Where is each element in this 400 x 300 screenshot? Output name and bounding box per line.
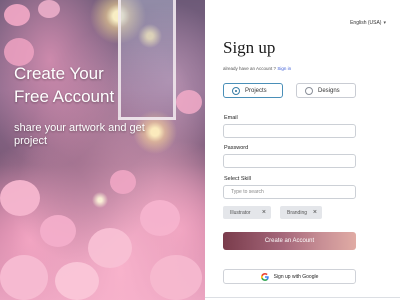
account-type-label: Projects: [245, 87, 267, 94]
rose-decoration: [40, 215, 76, 247]
skill-search-input[interactable]: [223, 185, 356, 199]
have-account-label: already have an Account ?: [223, 66, 277, 71]
hero-subtitle: share your artwork and get project: [14, 122, 145, 147]
rose-decoration: [0, 255, 48, 300]
rose-decoration: [110, 170, 136, 194]
rose-decoration: [4, 4, 30, 26]
skill-chip-branding: Branding ×: [280, 206, 322, 219]
chevron-down-icon: ▾: [383, 20, 386, 26]
radio-checked-icon: [232, 86, 240, 95]
hero-title-line-2: Free Account: [14, 87, 115, 106]
rose-decoration: [150, 255, 202, 300]
rose-decoration: [140, 200, 180, 236]
language-selector[interactable]: English (USA) ▾: [350, 20, 386, 26]
account-type-designs[interactable]: Designs: [296, 83, 356, 98]
skill-chip-label: Illustrator: [230, 209, 251, 216]
bottom-divider: [205, 297, 400, 298]
signin-link[interactable]: Sign in: [277, 66, 291, 71]
rose-decoration: [88, 228, 132, 268]
close-icon[interactable]: ×: [313, 208, 317, 217]
password-label: Password: [224, 145, 249, 151]
google-signup-button[interactable]: Sign up with Google: [223, 269, 356, 284]
hero-title-line-1: Create Your: [14, 64, 104, 83]
account-type-label: Designs: [318, 87, 340, 94]
google-g-icon: [260, 272, 269, 281]
hero-image-panel: Create Your Free Account share your artw…: [0, 0, 205, 300]
rose-decoration: [38, 0, 60, 18]
language-label: English (USA): [350, 20, 382, 26]
skill-chip-label: Branding: [287, 209, 308, 216]
skill-label: Select Skill: [224, 176, 251, 182]
rose-decoration: [0, 180, 40, 216]
account-type-projects[interactable]: Projects: [223, 83, 283, 98]
google-button-label: Sign up with Google: [273, 273, 319, 280]
close-icon[interactable]: ×: [262, 208, 266, 217]
skill-chip-illustrator: Illustrator ×: [223, 206, 271, 219]
email-field[interactable]: [223, 124, 356, 138]
have-account-text: already have an Account ? Sign in: [223, 66, 291, 71]
hero-title: Create Your Free Account: [14, 62, 199, 108]
password-field[interactable]: [223, 154, 356, 168]
email-label: Email: [224, 115, 238, 121]
radio-unchecked-icon: [305, 86, 313, 95]
rose-decoration: [55, 262, 99, 300]
create-account-button[interactable]: Create an Account: [223, 232, 356, 250]
page-title: Sign up: [223, 38, 276, 57]
